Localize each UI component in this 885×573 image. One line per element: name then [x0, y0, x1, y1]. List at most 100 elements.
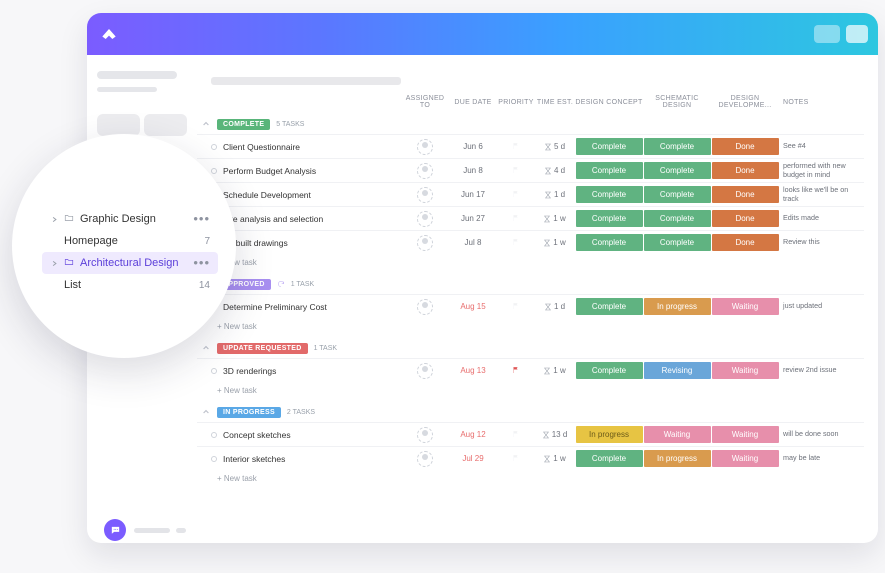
col-design-dev[interactable]: DESIGN DEVELOPME... — [711, 95, 779, 109]
col-schematic[interactable]: SCHEMATIC DESIGN — [643, 95, 711, 109]
priority-cell[interactable] — [497, 366, 535, 376]
status-pill[interactable]: Done — [712, 234, 779, 251]
status-pill[interactable]: Waiting — [712, 362, 779, 379]
status-pill[interactable]: Complete — [644, 162, 711, 179]
notes-cell[interactable]: review 2nd issue — [779, 366, 849, 374]
status-pill[interactable]: Done — [712, 138, 779, 155]
time-estimate[interactable]: 13 d — [535, 430, 575, 439]
due-date[interactable]: Jun 8 — [449, 166, 497, 175]
assignee-avatar[interactable] — [417, 235, 433, 251]
status-pill[interactable]: Complete — [576, 362, 643, 379]
status-pill[interactable]: In progress — [576, 426, 643, 443]
due-date[interactable]: Jun 27 — [449, 214, 497, 223]
col-time-est[interactable]: TIME EST. — [535, 99, 575, 106]
status-pill[interactable]: Complete — [576, 450, 643, 467]
notes-cell[interactable]: will be done soon — [779, 430, 849, 438]
time-estimate[interactable]: 5 d — [535, 142, 575, 151]
notes-cell[interactable]: may be late — [779, 454, 849, 462]
group-header[interactable]: COMPLETE 5 TASKS — [197, 115, 864, 134]
time-estimate[interactable]: 1 w — [535, 214, 575, 223]
due-date[interactable]: Jul 29 — [449, 454, 497, 463]
sidebar-item[interactable]: Homepage 7 — [42, 230, 218, 252]
status-pill[interactable]: Complete — [644, 186, 711, 203]
task-row[interactable]: Determine Preliminary Cost Aug 15 1 d Co… — [197, 294, 864, 318]
assignee-avatar[interactable] — [417, 139, 433, 155]
status-pill[interactable]: Done — [712, 210, 779, 227]
chevron-down-icon[interactable] — [201, 344, 211, 354]
priority-cell[interactable] — [497, 142, 535, 152]
col-notes[interactable]: NOTES — [779, 99, 849, 106]
task-row[interactable]: 3D renderings Aug 13 1 w Complete Revisi… — [197, 358, 864, 382]
group-header[interactable]: UPDATE REQUESTED 1 TASK — [197, 339, 864, 358]
add-task-button[interactable]: + New task — [197, 254, 864, 275]
task-row[interactable]: Client Questionnaire Jun 6 5 d Complete … — [197, 134, 864, 158]
caret-icon[interactable] — [50, 215, 58, 223]
sidebar-item[interactable]: Architectural Design ••• — [42, 252, 218, 274]
due-date[interactable]: Aug 12 — [449, 430, 497, 439]
window-maximize-button[interactable] — [846, 25, 868, 43]
status-dot-icon[interactable] — [211, 144, 217, 150]
due-date[interactable]: Jun 6 — [449, 142, 497, 151]
notes-cell[interactable]: Edits made — [779, 214, 849, 222]
status-pill[interactable]: Complete — [576, 186, 643, 203]
chat-fab[interactable] — [104, 519, 126, 541]
add-task-button[interactable]: + New task — [197, 382, 864, 403]
task-row[interactable]: Schedule Development Jun 17 1 d Complete… — [197, 182, 864, 206]
status-pill[interactable]: Complete — [644, 210, 711, 227]
task-row[interactable]: Concept sketches Aug 12 13 d In progress… — [197, 422, 864, 446]
priority-cell[interactable] — [497, 190, 535, 200]
status-pill[interactable]: Complete — [576, 234, 643, 251]
col-design-concept[interactable]: DESIGN CONCEPT — [575, 99, 643, 106]
task-row[interactable]: Interior sketches Jul 29 1 w Complete In… — [197, 446, 864, 470]
due-date[interactable]: Aug 15 — [449, 302, 497, 311]
status-pill[interactable]: In progress — [644, 298, 711, 315]
group-header[interactable]: APPROVED 1 TASK — [197, 275, 864, 294]
notes-cell[interactable]: See #4 — [779, 142, 849, 150]
priority-cell[interactable] — [497, 430, 535, 440]
col-assigned[interactable]: ASSIGNED TO — [401, 95, 449, 109]
due-date[interactable]: Jun 17 — [449, 190, 497, 199]
status-dot-icon[interactable] — [211, 432, 217, 438]
status-pill[interactable]: Complete — [576, 162, 643, 179]
assignee-avatar[interactable] — [417, 211, 433, 227]
status-pill[interactable]: Waiting — [712, 450, 779, 467]
status-pill[interactable]: Done — [712, 186, 779, 203]
status-pill[interactable]: In progress — [644, 450, 711, 467]
task-row[interactable]: As-built drawings Jul 8 1 w Complete Com… — [197, 230, 864, 254]
due-date[interactable]: Jul 8 — [449, 238, 497, 247]
col-due[interactable]: DUE DATE — [449, 99, 497, 106]
status-pill[interactable]: Complete — [576, 210, 643, 227]
left-rail-pill[interactable] — [144, 114, 187, 136]
sidebar-item[interactable]: Graphic Design ••• — [42, 208, 218, 230]
add-task-button[interactable]: + New task — [197, 318, 864, 339]
assignee-avatar[interactable] — [417, 363, 433, 379]
status-dot-icon[interactable] — [211, 368, 217, 374]
time-estimate[interactable]: 1 d — [535, 302, 575, 311]
assignee-avatar[interactable] — [417, 451, 433, 467]
add-task-button[interactable]: + New task — [197, 470, 864, 491]
status-tag[interactable]: COMPLETE — [217, 119, 270, 130]
time-estimate[interactable]: 1 w — [535, 366, 575, 375]
sidebar-item[interactable]: List 14 — [42, 274, 218, 296]
assignee-avatar[interactable] — [417, 187, 433, 203]
time-estimate[interactable]: 4 d — [535, 166, 575, 175]
status-pill[interactable]: Complete — [644, 138, 711, 155]
status-pill[interactable]: Complete — [576, 298, 643, 315]
status-pill[interactable]: Complete — [644, 234, 711, 251]
left-rail-pill[interactable] — [97, 114, 140, 136]
group-header[interactable]: IN PROGRESS 2 TASKS — [197, 403, 864, 422]
status-pill[interactable]: Waiting — [712, 298, 779, 315]
priority-cell[interactable] — [497, 214, 535, 224]
time-estimate[interactable]: 1 d — [535, 190, 575, 199]
status-dot-icon[interactable] — [211, 456, 217, 462]
notes-cell[interactable]: looks like we'll be on track — [779, 186, 849, 203]
time-estimate[interactable]: 1 w — [535, 238, 575, 247]
priority-cell[interactable] — [497, 454, 535, 464]
notes-cell[interactable]: just updated — [779, 302, 849, 310]
status-dot-icon[interactable] — [211, 168, 217, 174]
chevron-down-icon[interactable] — [201, 120, 211, 130]
window-minimize-button[interactable] — [814, 25, 840, 43]
task-row[interactable]: Site analysis and selection Jun 27 1 w C… — [197, 206, 864, 230]
due-date[interactable]: Aug 13 — [449, 366, 497, 375]
time-estimate[interactable]: 1 w — [535, 454, 575, 463]
